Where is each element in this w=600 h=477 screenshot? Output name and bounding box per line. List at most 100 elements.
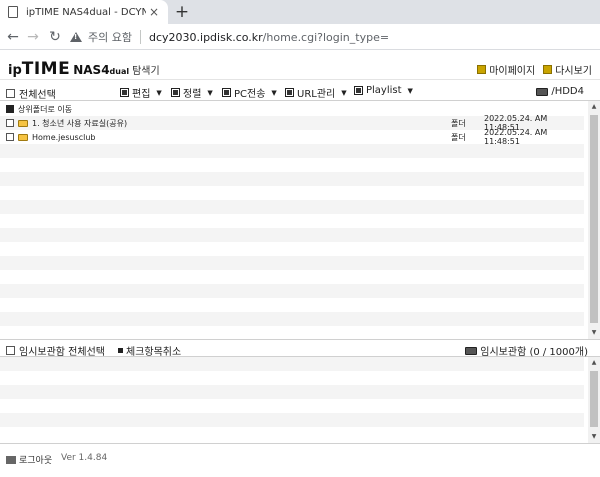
back-arrow-icon[interactable]: ←	[4, 28, 22, 46]
empty-row	[0, 427, 584, 441]
forward-arrow-icon[interactable]: →	[24, 28, 42, 46]
logo-model: NAS4	[73, 63, 110, 77]
empty-row	[0, 413, 584, 427]
browser-tab-strip: ipTIME NAS4dual - DCYNAS × +	[0, 0, 600, 24]
logout-label: 로그아웃	[19, 456, 53, 466]
logout-button[interactable]: 로그아웃	[6, 453, 52, 466]
scroll-down-icon[interactable]: ▼	[588, 327, 600, 339]
up-folder-icon	[6, 105, 14, 113]
folder-icon	[465, 346, 478, 355]
dropdown-arrow-icon: ▼	[156, 88, 162, 97]
temp-storage-count: 임시보관함 (0 / 1000개)	[465, 343, 588, 358]
menu-pc-transfer-label: PC전송	[234, 89, 266, 100]
file-type: 폴더	[451, 118, 466, 128]
menu-url-manage[interactable]: URL관리 ▼	[285, 85, 347, 100]
logo: ip TIME NAS4 dual 탐색기	[8, 59, 160, 79]
tab-title: ipTIME NAS4dual - DCYNAS	[26, 6, 146, 18]
file-name[interactable]: Home.jesusclub	[32, 133, 96, 142]
user-icon	[477, 65, 487, 74]
mypage-link[interactable]: 마이페이지	[477, 62, 535, 77]
warning-icon	[70, 32, 82, 42]
empty-row	[0, 312, 584, 326]
scroll-thumb[interactable]	[590, 115, 598, 323]
menu-playlist-label: Playlist	[366, 85, 402, 96]
current-path-label: /HDD4	[551, 86, 584, 97]
temp-select-all-label: 임시보관함 전체선택	[19, 347, 105, 358]
dropdown-arrow-icon: ▼	[407, 86, 413, 95]
empty-row	[0, 326, 584, 340]
logo-ip: ip	[8, 63, 22, 78]
scroll-up-icon[interactable]: ▲	[588, 357, 600, 369]
logo-time: TIME	[21, 59, 71, 79]
menu-edit[interactable]: 편집 ▼	[120, 85, 162, 100]
url-path: /home.cgi?login_type=	[262, 30, 390, 44]
select-all[interactable]: 전체선택	[6, 86, 56, 101]
dropdown-arrow-icon: ▼	[341, 88, 347, 97]
mypage-label: 마이페이지	[489, 66, 536, 77]
list-item[interactable]: Home.jesusclub 폴더 2022.05.24. AM 11:48:5…	[0, 128, 584, 146]
file-list-scrollbar[interactable]: ▲ ▼	[588, 101, 600, 339]
menu-sort-label: 정렬	[183, 89, 202, 100]
reload-label: 다시보기	[555, 66, 592, 77]
row-checkbox[interactable]	[6, 119, 14, 127]
sort-icon	[171, 88, 180, 97]
app-title: 탐색기	[132, 66, 160, 77]
logout-icon	[6, 455, 16, 464]
menu-sort[interactable]: 정렬 ▼	[171, 85, 213, 100]
dropdown-arrow-icon: ▼	[271, 88, 277, 97]
browser-tab[interactable]: ipTIME NAS4dual - DCYNAS ×	[0, 0, 168, 24]
temp-storage-bar: 임시보관함 전체선택 체크항목취소 임시보관함 (0 / 1000개)	[0, 339, 600, 358]
folder-icon	[18, 119, 28, 127]
app-header: ip TIME NAS4 dual 탐색기 마이페이지 다시보기	[0, 52, 600, 80]
empty-row	[0, 399, 584, 413]
empty-row	[0, 200, 584, 214]
file-type: 폴더	[451, 132, 466, 142]
reload-icon[interactable]: ↻	[46, 28, 64, 46]
temp-storage-list: ▲ ▼	[0, 357, 600, 443]
scroll-thumb[interactable]	[590, 371, 598, 427]
header-links: 마이페이지 다시보기	[469, 62, 592, 77]
menu-edit-label: 편집	[132, 89, 151, 100]
page-icon	[8, 6, 18, 18]
empty-row	[0, 144, 584, 158]
menu-bar: 전체선택 편집 ▼ 정렬 ▼ PC전송 ▼ URL관리 ▼ Playlist ▼…	[0, 82, 600, 101]
uncheck-label: 체크항목취소	[126, 347, 182, 358]
logo-dual: dual	[109, 67, 130, 76]
scroll-down-icon[interactable]: ▼	[588, 431, 600, 443]
transfer-icon	[222, 88, 231, 97]
select-all-checkbox[interactable]	[6, 89, 15, 98]
file-name[interactable]: 1. 청소년 사용 자료실(공유)	[32, 118, 127, 129]
url-host: dcy2030.ipdisk.co.kr	[148, 30, 263, 44]
close-icon[interactable]: ×	[146, 5, 162, 19]
temp-list-scrollbar[interactable]: ▲ ▼	[588, 357, 600, 443]
up-folder-label: 상위폴더로 이동	[18, 104, 73, 114]
menu-pc-transfer[interactable]: PC전송 ▼	[222, 85, 277, 100]
uncheck-selected-button[interactable]: 체크항목취소	[118, 343, 181, 358]
folder-icon	[18, 133, 28, 141]
security-label[interactable]: 주의 요함	[88, 29, 132, 45]
row-checkbox[interactable]	[6, 133, 14, 141]
edit-icon	[120, 88, 129, 97]
empty-row	[0, 270, 584, 284]
temp-count-label: 임시보관함 (0 / 1000개)	[480, 347, 588, 358]
empty-row	[0, 158, 584, 172]
menu-playlist[interactable]: Playlist ▼	[354, 85, 413, 96]
address-bar[interactable]: 주의 요함 dcy2030.ipdisk.co.kr/home.cgi?logi…	[70, 27, 600, 47]
empty-row	[0, 284, 584, 298]
scroll-up-icon[interactable]: ▲	[588, 101, 600, 113]
temp-select-all[interactable]: 임시보관함 전체선택	[6, 343, 105, 358]
refresh-icon	[543, 65, 553, 74]
uncheck-icon	[118, 348, 123, 353]
empty-row	[0, 256, 584, 270]
empty-row	[0, 214, 584, 228]
temp-select-all-checkbox[interactable]	[6, 346, 15, 355]
empty-row	[0, 357, 584, 371]
empty-row	[0, 186, 584, 200]
empty-row	[0, 228, 584, 242]
select-all-label: 전체선택	[19, 90, 56, 101]
footer: 로그아웃 Ver 1.4.84	[0, 443, 600, 477]
current-path: /HDD4	[536, 86, 584, 97]
reload-link[interactable]: 다시보기	[543, 62, 592, 77]
link-icon	[285, 88, 294, 97]
new-tab-button[interactable]: +	[172, 2, 192, 22]
